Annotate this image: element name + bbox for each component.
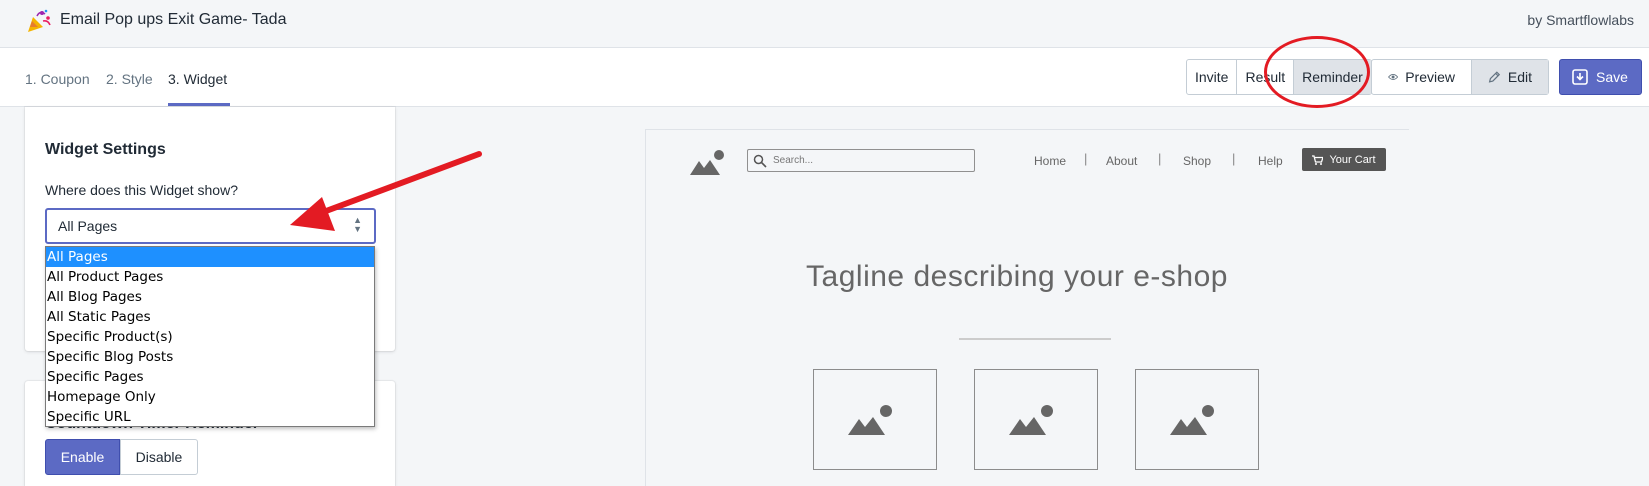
tab-coupon[interactable]: 1. Coupon bbox=[25, 71, 90, 87]
preview-search-placeholder: Search... bbox=[773, 155, 814, 166]
preview-nav-about: About bbox=[1106, 154, 1138, 168]
preview-nav-home: Home bbox=[1034, 154, 1067, 168]
select-arrows-icon: ▲ ▼ bbox=[353, 215, 362, 234]
app-header: Email Pop ups Exit Game- Tada by Smartfl… bbox=[0, 0, 1649, 48]
app-title: Email Pop ups Exit Game- Tada bbox=[60, 11, 287, 28]
product-thumbnail bbox=[974, 369, 1098, 470]
preview-divider bbox=[959, 338, 1111, 340]
dropdown-option-all-product-pages[interactable]: All Product Pages bbox=[46, 267, 374, 287]
nav-separator: | bbox=[1084, 151, 1088, 166]
annotation-circle bbox=[1264, 36, 1370, 108]
logo-placeholder-icon bbox=[690, 150, 724, 175]
enable-button[interactable]: Enable bbox=[45, 439, 120, 475]
tab-style[interactable]: 2. Style bbox=[106, 71, 153, 87]
nav-separator: | bbox=[1158, 151, 1162, 166]
party-popper-icon bbox=[28, 9, 51, 32]
dropdown-option-all-static-pages[interactable]: All Static Pages bbox=[46, 307, 374, 327]
select-value: All Pages bbox=[58, 218, 118, 234]
image-placeholder-icon bbox=[1009, 405, 1053, 435]
cart-icon bbox=[1312, 154, 1324, 165]
storefront-preview: Search... Home | About | Shop | Help You… bbox=[645, 129, 1409, 486]
invite-view-button[interactable]: Invite bbox=[1187, 60, 1238, 94]
pencil-icon bbox=[1488, 71, 1501, 83]
dropdown-option-specific-pages[interactable]: Specific Pages bbox=[46, 367, 374, 387]
image-placeholder-icon bbox=[848, 405, 892, 435]
widget-location-label: Where does this Widget show? bbox=[45, 182, 238, 198]
preview-nav-help: Help bbox=[1258, 154, 1283, 168]
preview-tagline: Tagline describing your e-shop bbox=[806, 260, 1228, 293]
tabs-bar: 1. Coupon 2. Style 3. Widget Invite Resu… bbox=[0, 48, 1649, 107]
product-thumbnail bbox=[813, 369, 937, 470]
edit-button[interactable]: Edit bbox=[1472, 60, 1548, 94]
developer-credit: by Smartflowlabs bbox=[1527, 12, 1634, 28]
preview-label: Preview bbox=[1405, 69, 1455, 85]
dropdown-option-all-pages[interactable]: All Pages bbox=[46, 247, 374, 267]
save-button[interactable]: Save bbox=[1559, 59, 1642, 95]
search-icon bbox=[753, 154, 767, 168]
save-download-icon bbox=[1572, 69, 1588, 85]
edit-label: Edit bbox=[1507, 69, 1532, 85]
product-thumbnail bbox=[1135, 369, 1259, 470]
preview-search-field: Search... bbox=[747, 149, 975, 172]
tab-widget[interactable]: 3. Widget bbox=[168, 71, 227, 87]
dropdown-option-specific-blog-posts[interactable]: Specific Blog Posts bbox=[46, 347, 374, 367]
preview-nav-shop: Shop bbox=[1183, 154, 1212, 168]
preview-cart-button: Your Cart bbox=[1302, 148, 1386, 171]
save-label: Save bbox=[1596, 69, 1628, 85]
preview-edit-toggle: Preview Edit bbox=[1371, 59, 1549, 95]
dropdown-option-all-blog-pages[interactable]: All Blog Pages bbox=[46, 287, 374, 307]
widget-settings-title: Widget Settings bbox=[45, 141, 166, 158]
preview-cart-label: Your Cart bbox=[1329, 153, 1376, 166]
dropdown-option-specific-url[interactable]: Specific URL bbox=[46, 407, 374, 427]
widget-location-select[interactable]: All Pages ▲ ▼ bbox=[45, 208, 376, 244]
dropdown-option-specific-products[interactable]: Specific Product(s) bbox=[46, 327, 374, 347]
disable-button[interactable]: Disable bbox=[120, 439, 198, 475]
preview-button[interactable]: Preview bbox=[1372, 60, 1472, 94]
nav-separator: | bbox=[1232, 151, 1236, 166]
active-tab-indicator bbox=[168, 103, 230, 106]
image-placeholder-icon bbox=[1170, 405, 1214, 435]
dropdown-option-homepage-only[interactable]: Homepage Only bbox=[46, 387, 374, 407]
widget-location-dropdown: All Pages All Product Pages All Blog Pag… bbox=[45, 246, 375, 427]
eye-icon bbox=[1388, 74, 1399, 80]
